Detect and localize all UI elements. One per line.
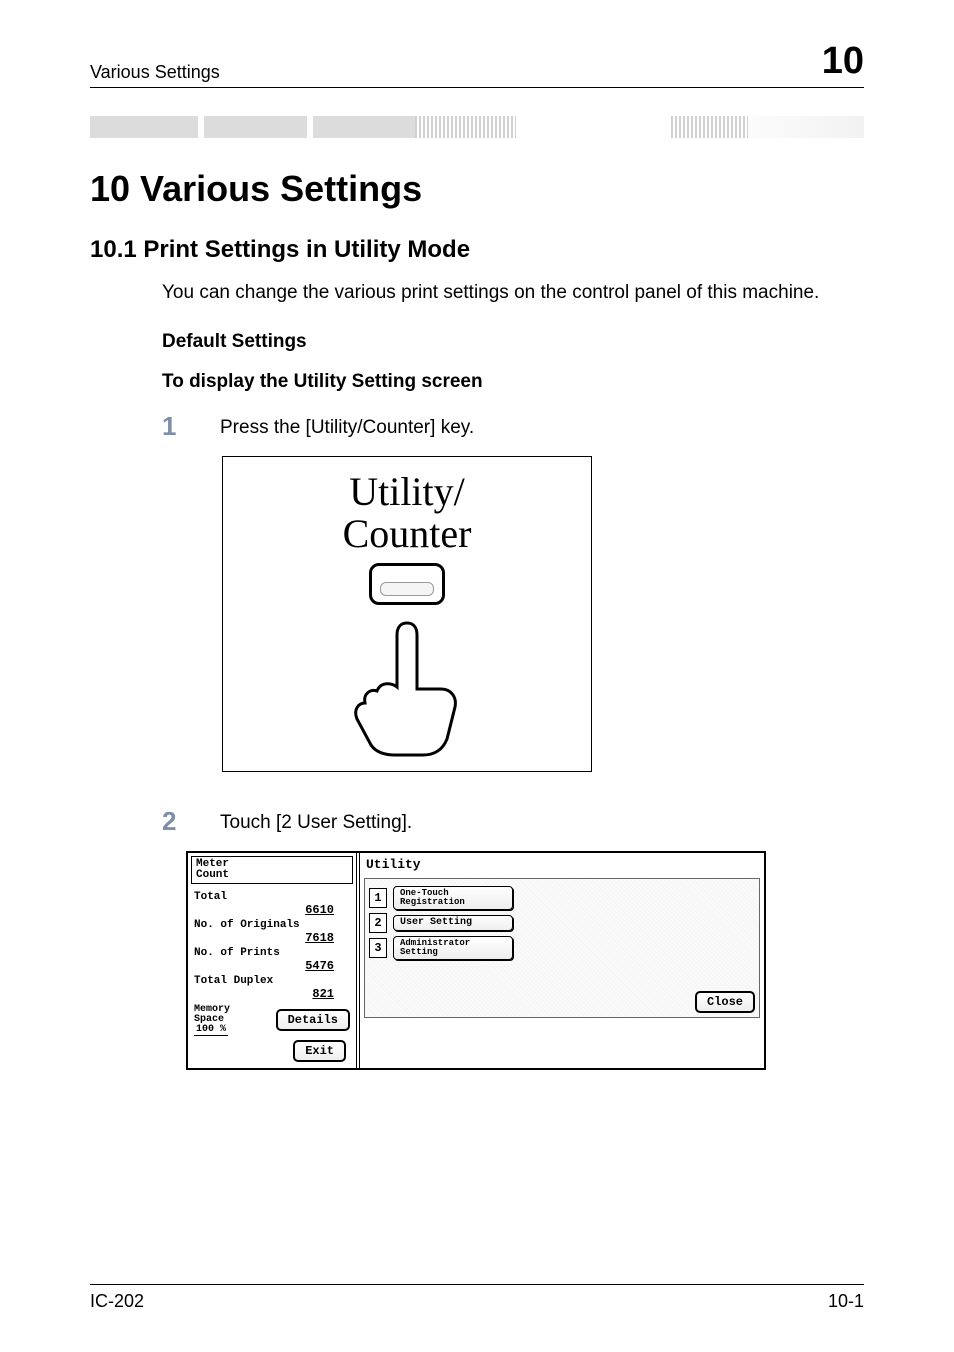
memory-space-label: Memory Space [194, 1004, 230, 1025]
memory-space-value: 100 % [194, 1025, 228, 1036]
utility-screen-figure: Meter Count Total 6610 No. of Originals … [186, 851, 766, 1070]
running-header-left: Various Settings [90, 62, 220, 83]
details-button[interactable]: Details [276, 1009, 350, 1031]
utility-menu-1-label: One-Touch Registration [393, 886, 513, 910]
pointing-hand-icon [337, 617, 477, 757]
meter-originals-label: No. of Originals [194, 919, 350, 931]
meter-count-pane: Meter Count Total 6610 No. of Originals … [188, 853, 360, 1068]
meter-duplex-value: 821 [194, 987, 350, 1001]
decorative-stripe [90, 116, 864, 138]
running-header: Various Settings 10 [90, 40, 864, 88]
meter-count-title: Meter Count [191, 856, 353, 884]
meter-duplex-label: Total Duplex [194, 975, 350, 987]
subheading-display-utility: To display the Utility Setting screen [162, 371, 864, 393]
utility-menu-pane: Utility 1 One-Touch Registration 2 User … [360, 853, 764, 1068]
meter-total-value: 6610 [194, 903, 350, 917]
exit-button[interactable]: Exit [293, 1040, 346, 1062]
utility-menu-item-2[interactable]: 2 User Setting [369, 913, 755, 933]
footer-left: IC-202 [90, 1291, 144, 1312]
close-button[interactable]: Close [695, 991, 755, 1013]
keycap-icon [369, 563, 445, 605]
step-1: 1 Press the [Utility/Counter] key. [162, 411, 864, 442]
step-2-text: Touch [2 User Setting]. [220, 806, 412, 834]
running-header-chapter-number: 10 [822, 40, 864, 83]
step-2: 2 Touch [2 User Setting]. [162, 806, 864, 837]
step-1-text: Press the [Utility/Counter] key. [220, 411, 474, 439]
footer-right: 10-1 [828, 1291, 864, 1312]
meter-total-label: Total [194, 891, 350, 903]
utility-counter-key-figure: Utility/ Counter [222, 456, 592, 772]
meter-prints-value: 5476 [194, 959, 350, 973]
utility-menu-item-3[interactable]: 3 Administrator Setting [369, 936, 755, 960]
keycap-label-line2: Counter [257, 513, 557, 555]
page-footer: IC-202 10-1 [90, 1284, 864, 1312]
subheading-default-settings: Default Settings [162, 331, 864, 353]
utility-menu-2-label: User Setting [393, 915, 513, 931]
utility-menu-3-label: Administrator Setting [393, 936, 513, 960]
chapter-title: 10 Various Settings [90, 168, 864, 210]
step-2-number: 2 [162, 806, 220, 837]
keycap-label-line1: Utility/ [257, 471, 557, 513]
utility-menu-2-number: 2 [369, 913, 387, 933]
step-1-number: 1 [162, 411, 220, 442]
utility-menu-1-number: 1 [369, 888, 387, 908]
section-title: 10.1 Print Settings in Utility Mode [90, 236, 864, 264]
utility-menu-item-1[interactable]: 1 One-Touch Registration [369, 886, 755, 910]
meter-prints-label: No. of Prints [194, 947, 350, 959]
section-intro-text: You can change the various print setting… [162, 280, 864, 307]
utility-menu-3-number: 3 [369, 938, 387, 958]
meter-originals-value: 7618 [194, 931, 350, 945]
utility-pane-title: Utility [360, 853, 764, 876]
